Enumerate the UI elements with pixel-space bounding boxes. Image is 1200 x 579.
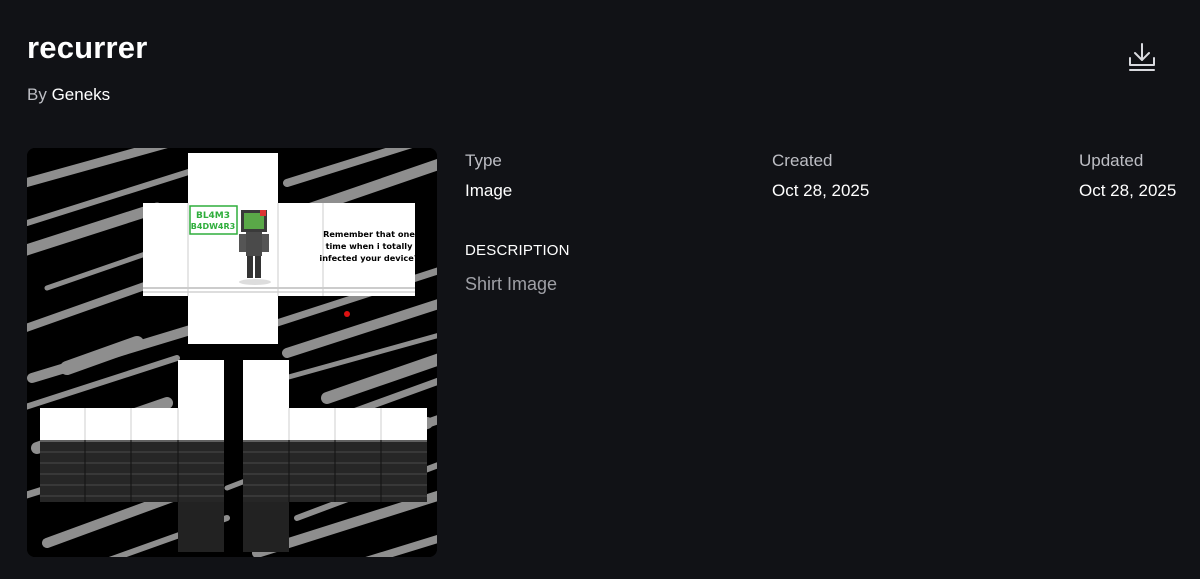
updated-label: Updated	[1079, 151, 1144, 170]
created-label: Created	[772, 151, 833, 170]
download-icon	[1129, 43, 1155, 71]
creator-link[interactable]: Geneks	[52, 85, 111, 104]
sign-text-1: BL4M3	[196, 211, 230, 221]
caption-line-3: infected your device?	[319, 253, 418, 263]
type-value: Image	[465, 181, 513, 200]
type-label: Type	[465, 151, 502, 170]
created-field: Created Oct 28, 2025	[772, 150, 869, 202]
shirt-template-image: BL4M3 B4DW4R3 Remember that one time whe…	[27, 148, 437, 557]
asset-detail-page: recurrer By Geneks BL4M3 B4DW4R3 Remembe…	[0, 0, 1200, 579]
sign-text-2: B4DW4R3	[191, 222, 235, 231]
updated-value: Oct 28, 2025	[1079, 181, 1177, 200]
description-text: Shirt Image	[465, 274, 558, 294]
byline: By Geneks	[27, 84, 110, 106]
by-prefix: By	[27, 85, 47, 104]
download-button[interactable]	[1122, 38, 1162, 78]
type-field: Type Image	[465, 150, 512, 202]
updated-field: Updated Oct 28, 2025	[1079, 150, 1176, 202]
created-value: Oct 28, 2025	[772, 181, 870, 200]
caption-line-1: Remember that one	[323, 229, 415, 239]
asset-title: recurrer	[27, 30, 148, 65]
asset-thumbnail: BL4M3 B4DW4R3 Remember that one time whe…	[27, 148, 437, 557]
caption-line-2: time when i totally	[326, 241, 414, 251]
description-heading: DESCRIPTION	[465, 242, 570, 259]
